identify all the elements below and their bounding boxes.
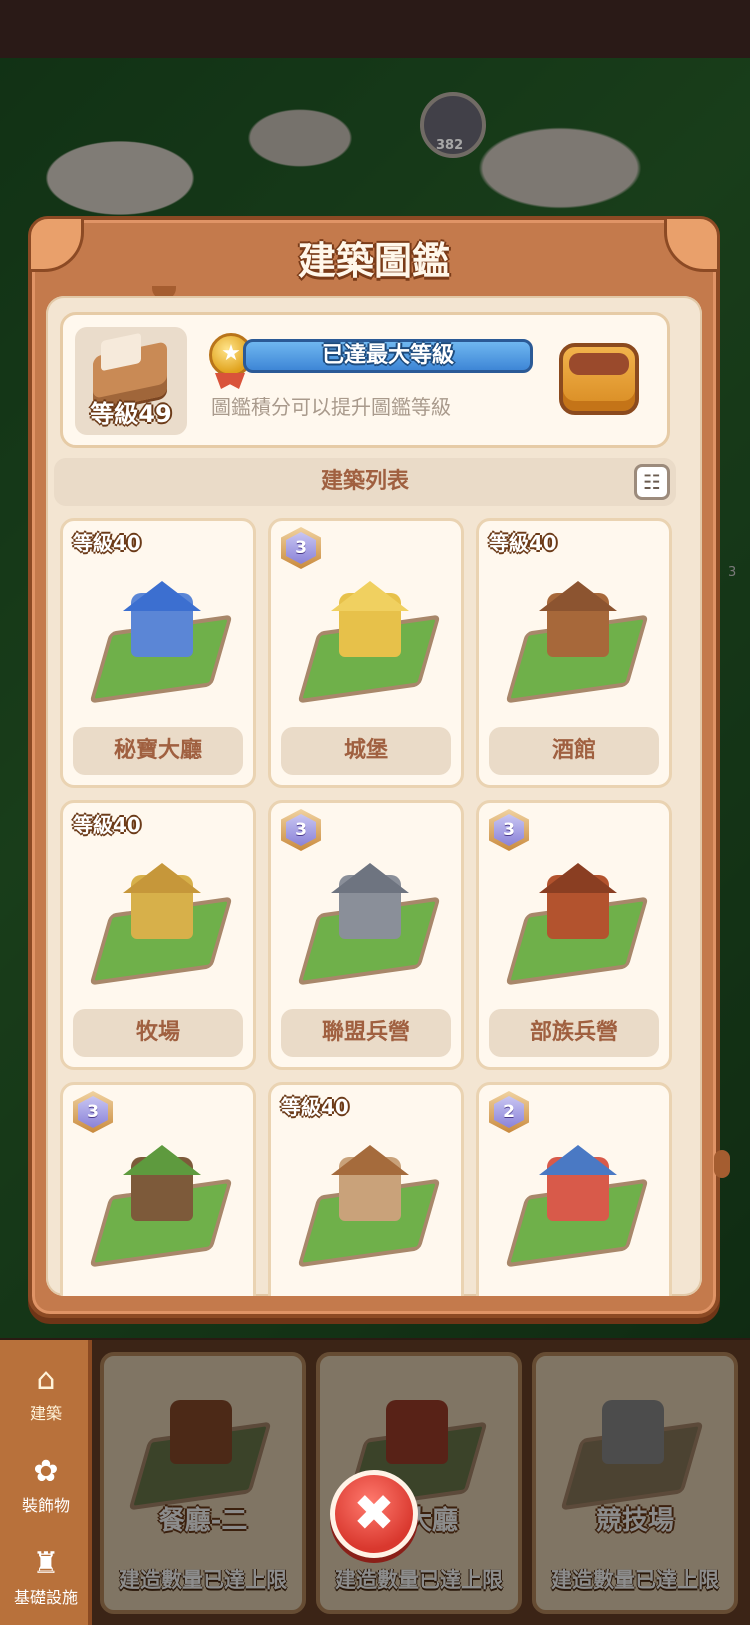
castle-icon: ♜: [32, 1546, 60, 1581]
build-card-name: 競技場: [595, 1506, 674, 1536]
building-image: [297, 579, 441, 704]
build-card-status: 建造數量已達上限: [119, 1568, 287, 1592]
rank-hex-badge: 3: [73, 1091, 113, 1133]
nav-item-decorations[interactable]: ✿ 裝飾物: [0, 1452, 92, 1516]
building-image: [89, 579, 233, 704]
building-image: [505, 1143, 649, 1268]
building-level-label: 等級40: [73, 531, 141, 555]
progress-label: 已達最大等級: [321, 343, 454, 368]
codex-level-badge[interactable]: 等級49: [75, 327, 187, 435]
reward-chest-icon[interactable]: [559, 343, 639, 415]
nav-label: 基礎設施: [13, 1588, 78, 1607]
rank-hex-value: 3: [286, 532, 316, 564]
flower-icon: ✿: [33, 1454, 59, 1489]
building-image: [505, 861, 649, 986]
building-level-label: 等級40: [73, 813, 141, 837]
building-card[interactable]: 等級40: [268, 1082, 464, 1296]
rank-hex-value: 3: [78, 1096, 108, 1128]
rank-hex-badge: 3: [281, 527, 321, 569]
rank-hex-badge: 3: [489, 809, 529, 851]
building-body: [170, 1400, 232, 1464]
codex-level-card: 等級49 ★ 已達最大等級 圖鑑積分可以提升圖鑑等級: [60, 312, 670, 448]
building-grid: 等級40 秘寶大廳 3 城堡 等級40 酒館 等級40 牧場 3 聯盟兵營 3 部族兵營 3 等級40 2: [60, 518, 690, 1296]
player-marker-value: 382: [436, 138, 464, 153]
building-level-label: 等級40: [281, 1095, 349, 1119]
close-button[interactable]: ✖: [330, 1470, 418, 1558]
medal-ribbon-icon: [215, 373, 245, 389]
nav-item-infrastructure[interactable]: ♜ 基礎設施: [0, 1544, 92, 1608]
building-body: [386, 1400, 448, 1464]
build-preview-image: [560, 1386, 712, 1511]
building-name: 牧場: [73, 1009, 243, 1057]
codex-level-progress-bar: 已達最大等級: [243, 339, 533, 373]
building-card[interactable]: 3: [60, 1082, 256, 1296]
building-level-label: 等級40: [489, 531, 557, 555]
rank-hex-value: 2: [494, 1096, 524, 1128]
build-preview-image: [128, 1386, 280, 1511]
building-image: [297, 861, 441, 986]
rank-hex-value: 3: [494, 814, 524, 846]
rank-hex-badge: 2: [489, 1091, 529, 1133]
build-card[interactable]: 競技場 建造數量已達上限: [532, 1352, 738, 1614]
building-name: 酒館: [489, 727, 659, 775]
building-card[interactable]: 3 城堡: [268, 518, 464, 788]
modal-content[interactable]: 等級49 ★ 已達最大等級 圖鑑積分可以提升圖鑑等級 建築列表 ☷ 等級40 秘寶…: [46, 296, 702, 1296]
building-card[interactable]: 3 部族兵營: [476, 800, 672, 1070]
nav-label: 建築: [29, 1404, 62, 1423]
house-icon: ⌂: [36, 1362, 56, 1397]
modal-title: 建築圖鑑: [297, 239, 450, 283]
building-card[interactable]: 等級40 秘寶大廳: [60, 518, 256, 788]
build-card-status: 建造數量已達上限: [551, 1568, 719, 1592]
rank-hex-badge: 3: [281, 809, 321, 851]
building-list-title: 建築列表: [320, 469, 409, 494]
building-codex-modal: 建築圖鑑 等級49 ★ 已達最大等級 圖鑑積分可以提升圖鑑等級 建築列表 ☷ 等…: [28, 216, 730, 1318]
building-card[interactable]: 等級40 酒館: [476, 518, 672, 788]
building-name: 城堡: [281, 727, 451, 775]
build-category-nav: ⌂ 建築 ✿ 裝飾物 ♜ 基礎設施: [0, 1340, 92, 1625]
building-name: 部族兵營: [489, 1009, 659, 1057]
building-body: [602, 1400, 664, 1464]
build-card-name: 餐廳-二: [158, 1506, 248, 1536]
side-counter: 3: [728, 565, 737, 580]
chest-lid: [569, 353, 629, 375]
building-card[interactable]: 3 聯盟兵營: [268, 800, 464, 1070]
build-card-status: 建造數量已達上限: [335, 1568, 503, 1592]
building-card[interactable]: 2: [476, 1082, 672, 1296]
building-image: [297, 1143, 441, 1268]
nav-label: 裝飾物: [21, 1496, 70, 1515]
top-status-bar: [0, 0, 750, 58]
building-card[interactable]: 等級40 牧場: [60, 800, 256, 1070]
building-name: 秘寶大廳: [73, 727, 243, 775]
rank-hex-value: 3: [286, 814, 316, 846]
list-view-toggle-icon[interactable]: ☷: [634, 464, 670, 500]
building-image: [505, 579, 649, 704]
building-name: 聯盟兵營: [281, 1009, 451, 1057]
codex-level-hint: 圖鑑積分可以提升圖鑑等級: [211, 395, 451, 419]
nav-item-buildings[interactable]: ⌂ 建築: [0, 1360, 92, 1424]
modal-side-knob: [714, 1150, 730, 1178]
build-card[interactable]: 餐廳-二 建造數量已達上限: [100, 1352, 306, 1614]
codex-level-text: 等級49: [90, 400, 172, 428]
building-image: [89, 861, 233, 986]
building-list-header: 建築列表 ☷: [54, 458, 676, 506]
building-image: [89, 1143, 233, 1268]
